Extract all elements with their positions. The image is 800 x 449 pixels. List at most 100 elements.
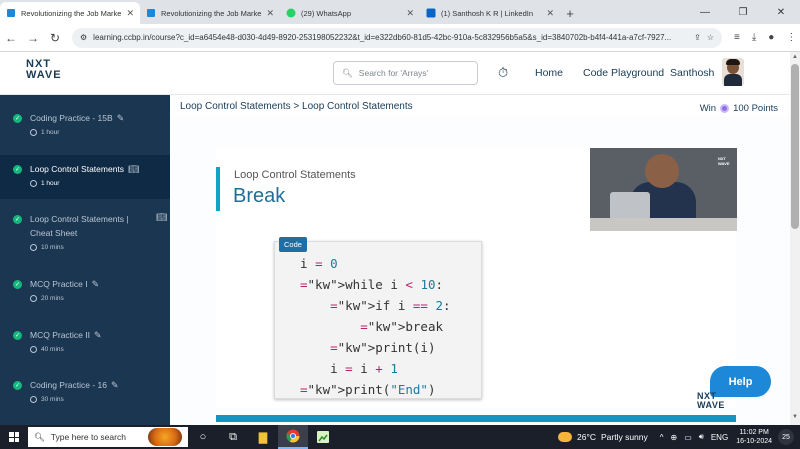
code-line: ="kw">break — [360, 319, 444, 334]
close-icon[interactable]: ✕ — [266, 8, 274, 19]
media-icon[interactable]: ≡ — [734, 32, 740, 43]
sidebar-item-duration: 20 mins — [41, 295, 64, 302]
sidebar-item-label: MCQ Practice II — [30, 330, 90, 340]
bookmark-icon[interactable]: ☆ — [707, 33, 714, 42]
scroll-up-icon[interactable]: ▲ — [792, 54, 798, 60]
sidebar-item-duration: 1 hour — [41, 180, 60, 187]
weather-widget[interactable]: 26°C Partly sunny — [557, 432, 648, 442]
share-icon[interactable]: ⇪ — [694, 33, 701, 42]
clock-icon — [30, 244, 37, 251]
search-input[interactable]: 🔍︎ Search for 'Arrays' — [333, 61, 478, 85]
restore-icon[interactable]: ❐ — [724, 0, 762, 24]
new-tab-icon[interactable]: + — [560, 2, 580, 24]
clock[interactable]: 11:02 PM 16-10-2024 — [736, 428, 772, 446]
browser-tab[interactable]: Revolutionizing the Job Market ✕ — [140, 2, 280, 24]
tab-title: Revolutionizing the Job Market — [161, 8, 262, 18]
url-field[interactable]: ⚙ learning.ccbp.in/course?c_id=a6454e48-… — [72, 27, 722, 48]
notification-icon[interactable]: 25 — [778, 429, 794, 445]
battery-icon[interactable]: ▭ — [684, 433, 692, 442]
code-line: i = i + 1 — [300, 361, 398, 376]
edit-icon: ✎ — [116, 113, 125, 123]
close-icon[interactable]: ✕ — [406, 8, 414, 19]
points-value: 100 Points — [733, 103, 778, 114]
clock-icon — [30, 295, 37, 302]
sidebar-item-mcq-practice-1[interactable]: ✓ MCQ Practice I ✎ 20 mins — [0, 277, 170, 321]
avatar[interactable] — [722, 58, 744, 86]
language-indicator[interactable]: ENG — [711, 433, 728, 442]
logo-text-bottom: WAVE — [26, 69, 62, 81]
menu-icon[interactable]: ⋮ — [786, 32, 796, 43]
chevron-up-icon[interactable]: ^ — [660, 433, 664, 442]
win-points-badge: Win 100 Points — [700, 103, 778, 114]
partly-sunny-icon — [557, 432, 572, 442]
site-info-icon[interactable]: ⚙ — [80, 33, 87, 42]
browser-tab[interactable]: (29) WhatsApp ✕ — [280, 2, 420, 24]
search-placeholder: Search for 'Arrays' — [358, 68, 429, 78]
image-app-icon[interactable] — [308, 425, 338, 449]
sidebar-item-duration: 40 mins — [41, 346, 64, 353]
profile-icon[interactable]: ● — [768, 32, 774, 43]
chrome-icon[interactable] — [278, 425, 308, 449]
edit-icon: ✎ — [93, 330, 102, 340]
sidebar-item-label: Coding Practice - 16 — [30, 380, 108, 390]
close-icon[interactable]: ✕ — [126, 8, 134, 19]
close-window-icon[interactable]: ✕ — [762, 0, 800, 24]
window-controls: — ❐ ✕ — [686, 0, 800, 24]
sidebar-item-mcq-practice-2[interactable]: ✓ MCQ Practice II ✎ 40 mins — [0, 328, 170, 372]
clock-icon — [30, 129, 37, 136]
back-icon[interactable]: ← — [0, 31, 22, 45]
nav-code-playground[interactable]: Code Playground — [583, 67, 664, 79]
sidebar-item-coding-practice-16[interactable]: ✓ Coding Practice - 16 ✎ 30 mins — [0, 378, 170, 422]
clock-time: 11:02 PM — [739, 429, 769, 436]
watermark-bottom: WAVE — [697, 400, 725, 410]
system-tray: ^ ⊕ ▭ 🔊︎ ENG — [660, 432, 728, 442]
browser-tab-bar: Revolutionizing the Job Market ✕ Revolut… — [0, 0, 800, 24]
code-line: i = 0 — [300, 256, 338, 271]
close-icon[interactable]: ✕ — [546, 8, 554, 19]
linkedin-icon — [426, 8, 436, 18]
sidebar-item-label: Loop Control Statements | Cheat Sheet — [30, 214, 129, 238]
network-icon[interactable]: ⊕ — [671, 433, 678, 442]
browser-tab[interactable]: (1) Santhosh K R | LinkedIn ✕ — [420, 2, 560, 24]
windows-taskbar: 🔍︎ Type here to search ○ ⧉ ▇ 26°C Partly… — [0, 425, 800, 449]
edit-icon: ✎ — [91, 279, 100, 289]
page-scrollbar[interactable]: ▲ ▼ — [790, 52, 800, 425]
taskbar-search-input[interactable]: 🔍︎ Type here to search — [28, 427, 188, 447]
code-line: ="kw">while — [300, 277, 383, 292]
volume-icon[interactable]: 🔊︎ — [699, 432, 704, 442]
site-header: NXT WAVE 🔍︎ Search for 'Arrays' ⏱ Home C… — [0, 52, 790, 95]
check-icon: ✓ — [13, 215, 22, 224]
sidebar-item-coding-practice-15b[interactable]: ✓ Coding Practice - 15B ✎ 1 hour — [0, 111, 170, 161]
reload-icon[interactable]: ↻ — [44, 31, 66, 45]
sidebar-item-label: Coding Practice - 15B — [30, 113, 113, 123]
task-view-icon[interactable]: ⧉ — [218, 425, 248, 449]
user-name[interactable]: Santhosh — [670, 67, 714, 79]
file-explorer-icon[interactable]: ▇ — [248, 425, 278, 449]
book-icon: 📖︎ — [128, 164, 140, 174]
scroll-thumb[interactable] — [791, 64, 799, 229]
sidebar-item-cheat-sheet[interactable]: ✓ Loop Control Statements | Cheat Sheet … — [0, 212, 170, 262]
minimize-icon[interactable]: — — [686, 0, 724, 24]
nxtwave-watermark: NXT WAVE — [697, 392, 725, 410]
cortana-icon[interactable]: ○ — [188, 425, 218, 449]
sidebar-item-label: MCQ Practice I — [30, 279, 88, 289]
browser-tab[interactable]: Revolutionizing the Job Market ✕ — [0, 2, 140, 24]
code-line: ="kw">if — [330, 298, 391, 313]
code-block: i = 0 ="kw">while i < 10: ="kw">if i == … — [300, 256, 451, 397]
download-icon[interactable]: ⤓ — [752, 32, 756, 43]
breadcrumb[interactable]: Loop Control Statements > Loop Control S… — [180, 101, 413, 112]
forward-icon[interactable]: → — [22, 31, 44, 45]
nxtwave-logo[interactable]: NXT WAVE — [26, 59, 62, 81]
scroll-down-icon[interactable]: ▼ — [792, 414, 798, 420]
check-icon: ✓ — [13, 331, 22, 340]
video-player[interactable]: Loop Control Statements Break Code i = 0… — [170, 117, 790, 425]
stopwatch-icon[interactable]: ⏱ — [498, 65, 508, 81]
ccbp-icon — [146, 8, 156, 18]
clock-icon — [30, 396, 37, 403]
sidebar-item-duration: 1 hour — [41, 129, 60, 136]
nav-home[interactable]: Home — [535, 67, 563, 79]
slide-bottom-bar — [216, 415, 736, 422]
windows-start-icon[interactable] — [0, 432, 28, 442]
ccbp-icon — [6, 8, 16, 18]
sidebar-item-loop-control-statements[interactable]: ✓ Loop Control Statements 📖︎ 1 hour — [0, 155, 170, 199]
